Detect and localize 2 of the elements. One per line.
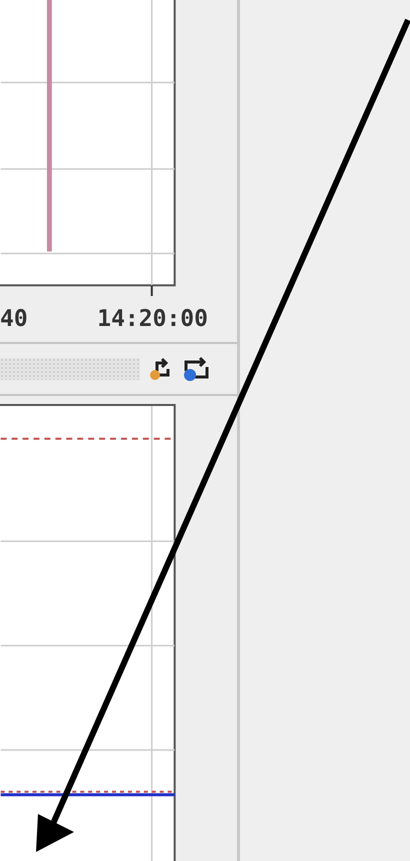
axis-label: 40: [0, 306, 28, 332]
axis-label: 14:20:00: [97, 306, 208, 332]
